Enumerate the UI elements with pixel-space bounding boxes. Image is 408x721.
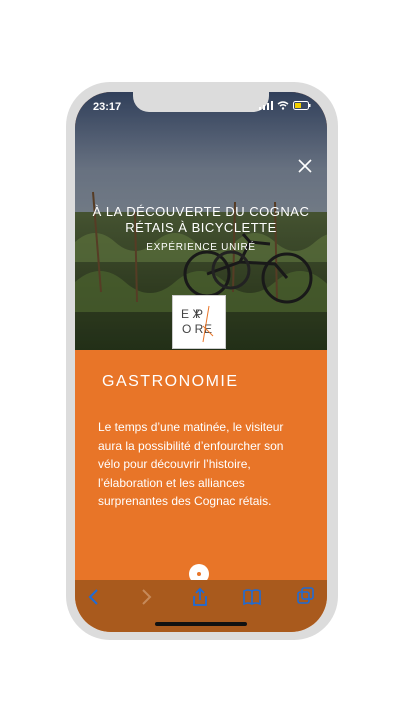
close-button[interactable] xyxy=(295,156,315,176)
status-time: 23:17 xyxy=(93,101,122,113)
tabs-icon[interactable] xyxy=(295,586,317,608)
close-icon xyxy=(298,159,312,173)
hero-image: 23:17 À LA DÉCOUVERTE DU COGNAC RÉTAIS À… xyxy=(75,92,327,350)
hero-subtitle: EXPÉRIENCE UNIRÉ xyxy=(146,242,256,253)
share-icon[interactable] xyxy=(189,586,211,608)
section-heading: GASTRONOMIE xyxy=(102,373,239,390)
signal-icon xyxy=(259,101,273,110)
phone-screen: 23:17 À LA DÉCOUVERTE DU COGNAC RÉTAIS À… xyxy=(75,92,327,632)
explore-logo: E X P O R E xyxy=(172,295,226,349)
safari-toolbar xyxy=(75,580,327,632)
wifi-icon xyxy=(277,101,289,110)
explore-logo-mark: E X P O R E xyxy=(181,305,214,343)
hero-title-line1: À LA DÉCOUVERTE DU COGNAC xyxy=(92,204,310,219)
location-dot-icon xyxy=(195,570,203,578)
status-bar: 23:17 xyxy=(75,92,327,120)
svg-text:O R: O R xyxy=(182,322,204,336)
bookmarks-icon[interactable] xyxy=(241,586,263,608)
battery-icon xyxy=(293,101,311,110)
back-icon[interactable] xyxy=(83,586,105,608)
status-icons xyxy=(259,101,311,110)
hero-title: À LA DÉCOUVERTE DU COGNAC RÉTAIS À BICYC… xyxy=(75,204,327,236)
section-description: Le temps d’une matinée, le visiteur aura… xyxy=(98,420,284,508)
svg-text:P: P xyxy=(195,307,203,321)
home-indicator[interactable] xyxy=(155,622,247,626)
forward-icon[interactable] xyxy=(135,586,157,608)
hero-title-line2: RÉTAIS À BICYCLETTE xyxy=(125,220,277,235)
device-notch xyxy=(133,92,269,112)
